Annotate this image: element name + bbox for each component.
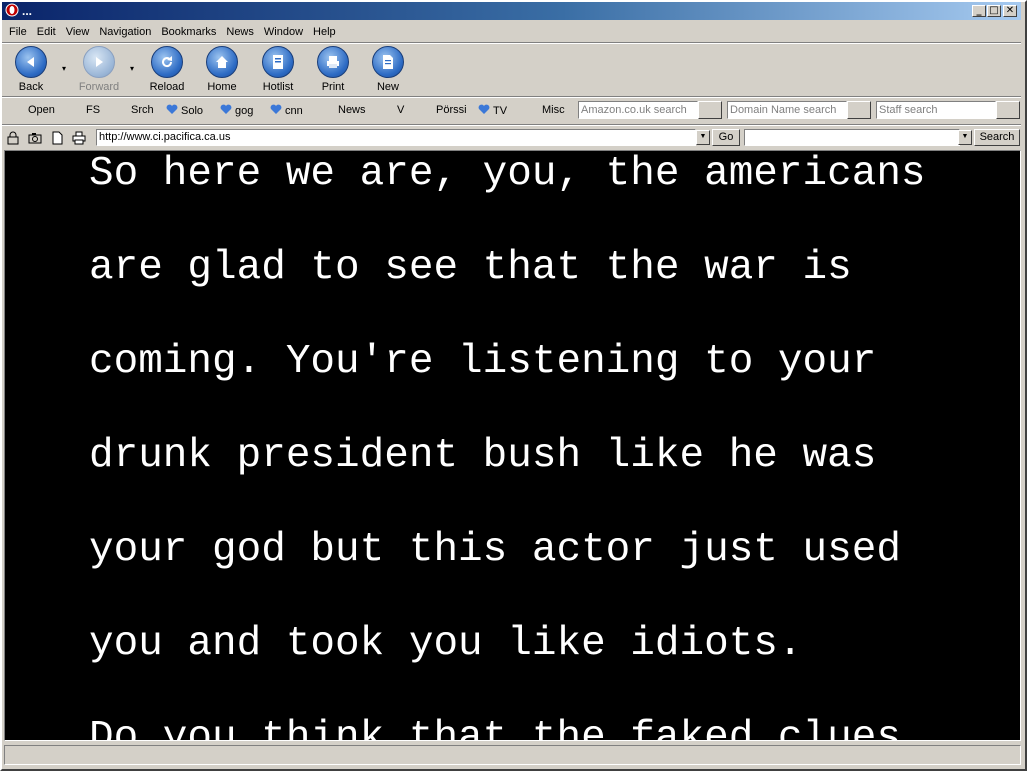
back-label: Back: [18, 81, 44, 93]
link-solo[interactable]: Solo: [166, 104, 203, 117]
content-line: coming. You're listening to your: [89, 339, 877, 385]
link-porssi[interactable]: Pörssi: [436, 104, 467, 116]
address-bar: http://www.ci.pacifica.ca.us ▼ Go ▼ Sear…: [4, 128, 1021, 148]
heart-icon: [270, 104, 282, 114]
link-gog[interactable]: gog: [220, 104, 253, 117]
new-page-label: New: [376, 81, 399, 93]
forward-arrow-icon: [83, 46, 115, 78]
content-line: your god but this actor just used: [89, 527, 901, 573]
hotlist-icon: [262, 46, 294, 78]
link-tv[interactable]: TV: [478, 104, 507, 117]
search-button[interactable]: Search: [974, 129, 1020, 146]
amazon-search-input[interactable]: Amazon.co.uk search: [578, 101, 698, 119]
domain-search-button[interactable]: [847, 101, 871, 119]
link-cnn-label: cnn: [285, 105, 303, 117]
home-button[interactable]: Home: [197, 46, 247, 94]
back-button[interactable]: Back: [6, 46, 56, 94]
menu-edit[interactable]: Edit: [32, 23, 61, 41]
print-label: Print: [321, 81, 345, 93]
home-label: Home: [207, 81, 237, 93]
heart-icon: [478, 104, 490, 114]
back-arrow-icon: [15, 46, 47, 78]
minimize-button[interactable]: _: [972, 5, 986, 17]
print-small-icon[interactable]: [72, 131, 86, 145]
camera-icon[interactable]: [28, 131, 42, 145]
link-srch[interactable]: Srch: [131, 104, 154, 116]
link-open[interactable]: Open: [28, 104, 55, 116]
go-button[interactable]: Go: [712, 129, 740, 146]
content-line: drunk president bush like he was: [89, 433, 877, 479]
menu-view[interactable]: View: [61, 23, 95, 41]
menu-bar: File Edit View Navigation Bookmarks News…: [4, 23, 341, 41]
search-engine-dropdown-icon[interactable]: ▼: [958, 130, 972, 145]
hotlist-button[interactable]: Hotlist: [253, 46, 303, 94]
hotlist-label: Hotlist: [262, 81, 294, 93]
menu-bookmarks[interactable]: Bookmarks: [156, 23, 221, 41]
reload-label: Reload: [149, 81, 185, 93]
reload-button[interactable]: Reload: [142, 46, 192, 94]
forward-history-dropdown-icon[interactable]: ▾: [130, 64, 134, 73]
window-title: ...: [22, 4, 33, 18]
url-input[interactable]: http://www.ci.pacifica.ca.us: [96, 129, 696, 146]
new-page-icon: [372, 46, 404, 78]
page-content: So here we are, you, the americans are g…: [4, 150, 1021, 741]
content-line: are glad to see that the war is: [89, 245, 852, 291]
menu-file[interactable]: File: [4, 23, 32, 41]
url-dropdown-icon[interactable]: ▼: [696, 130, 710, 145]
link-cnn[interactable]: cnn: [270, 104, 303, 117]
close-button[interactable]: ✕: [1003, 5, 1017, 17]
page-icon[interactable]: [50, 131, 64, 145]
new-page-button[interactable]: New: [363, 46, 413, 94]
reload-icon: [151, 46, 183, 78]
quick-search-input[interactable]: [744, 129, 960, 146]
staff-search-button[interactable]: [996, 101, 1020, 119]
domain-search-input[interactable]: Domain Name search: [727, 101, 847, 119]
heart-icon: [220, 104, 232, 114]
title-bar[interactable]: ... _ □ ✕: [2, 2, 1021, 20]
menu-window[interactable]: Window: [259, 23, 308, 41]
link-tv-label: TV: [493, 105, 508, 117]
staff-search-input[interactable]: Staff search: [876, 101, 996, 119]
content-line: you and took you like idiots.: [89, 621, 803, 667]
link-v[interactable]: V: [397, 104, 404, 116]
menu-navigation[interactable]: Navigation: [94, 23, 156, 41]
home-icon: [206, 46, 238, 78]
status-bar: [4, 745, 1021, 765]
heart-icon: [166, 104, 178, 114]
security-lock-icon[interactable]: [6, 131, 20, 145]
menu-help[interactable]: Help: [308, 23, 341, 41]
back-history-dropdown-icon[interactable]: ▾: [62, 64, 66, 73]
content-line: Do you think that the faked clues: [89, 715, 901, 741]
toolbar-separator: [2, 96, 1021, 98]
personal-bar-separator: [2, 124, 1021, 126]
link-gog-label: gog: [235, 105, 254, 117]
link-misc[interactable]: Misc: [542, 104, 565, 116]
forward-label: Forward: [78, 81, 120, 93]
main-toolbar: Back ▾ Forward ▾ Reload Home Hotlist Pri…: [4, 44, 1021, 94]
menu-news[interactable]: News: [221, 23, 259, 41]
content-line: So here we are, you, the americans: [89, 151, 926, 197]
link-solo-label: Solo: [181, 105, 204, 117]
link-news[interactable]: News: [338, 104, 366, 116]
amazon-search-button[interactable]: [698, 101, 722, 119]
maximize-button[interactable]: □: [987, 5, 1001, 17]
personal-bar: Open FS Srch Solo gog cnn News V Pörssi …: [4, 99, 1021, 121]
print-icon: [317, 46, 349, 78]
link-fs[interactable]: FS: [86, 104, 100, 116]
forward-button[interactable]: Forward: [74, 46, 124, 94]
print-button[interactable]: Print: [308, 46, 358, 94]
opera-logo-icon: [5, 3, 19, 17]
